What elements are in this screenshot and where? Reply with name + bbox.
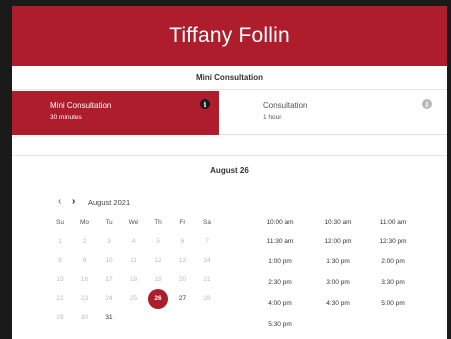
calendar-day: 5 <box>156 238 160 245</box>
service-bar: Mini Consultation <box>12 66 447 90</box>
provider-name: Tiffany Follin <box>169 24 290 47</box>
calendar-day: 18 <box>129 276 138 283</box>
calendar-day: 6 <box>180 238 185 245</box>
calendar-day: 22 <box>56 295 64 302</box>
time-slot[interactable]: 10:30 am <box>318 219 358 226</box>
time-slot[interactable]: 10:00 am <box>260 219 300 226</box>
service-options: Mini Consultation 30 minutes i Consultat… <box>12 91 447 137</box>
time-slot[interactable]: 2:00 pm <box>373 258 413 265</box>
info-icon[interactable]: i <box>422 99 432 109</box>
calendar-day: 13 <box>178 257 187 264</box>
time-slot[interactable]: 11:00 am <box>373 219 413 226</box>
section-divider <box>12 155 447 156</box>
calendar-day: 2 <box>82 238 87 245</box>
page-header: Tiffany Follin <box>12 6 447 66</box>
calendar-day: 9 <box>82 257 87 264</box>
time-slot[interactable]: 1:00 pm <box>260 258 300 265</box>
calendar-day: 17 <box>105 276 113 283</box>
window-border-left <box>0 0 12 339</box>
weekday-header: Sa <box>203 219 211 226</box>
calendar-day: 20 <box>178 276 187 283</box>
weekday-header: Mo <box>79 219 90 226</box>
app-frame: Tiffany Follin Mini Consultation Mini Co… <box>0 0 451 339</box>
calendar-day: 15 <box>56 276 64 283</box>
calendar-day-selected[interactable]: 26 <box>148 289 168 309</box>
calendar-day: 11 <box>130 257 137 264</box>
calendar-day: 24 <box>105 295 113 302</box>
calendar-nav: ‹ › August 2021 <box>58 197 130 207</box>
calendar-day: 19 <box>154 276 162 283</box>
calendar-day: 7 <box>205 238 209 245</box>
time-slot[interactable]: 12:00 pm <box>318 238 358 245</box>
calendar-day-number: 26 <box>154 295 162 302</box>
option-name: Mini Consultation <box>50 101 112 110</box>
calendar-day: 21 <box>203 276 211 283</box>
selected-date-heading: August 26 <box>210 166 249 175</box>
time-slot[interactable]: 11:30 am <box>260 238 300 245</box>
time-slot[interactable]: 4:00 pm <box>260 300 300 307</box>
chevron-left-icon[interactable]: ‹ <box>58 197 68 207</box>
option-mini-consultation[interactable]: Mini Consultation 30 minutes i <box>12 91 219 135</box>
calendar-day: 28 <box>203 295 211 302</box>
weekday-header: Fr <box>179 219 186 226</box>
option-duration: 1 hour <box>263 114 282 121</box>
calendar-day: 30 <box>80 314 89 321</box>
calendar-day: 8 <box>58 257 62 264</box>
time-slot[interactable]: 3:00 pm <box>318 279 358 286</box>
calendar-day: 1 <box>58 238 62 245</box>
info-icon[interactable]: i <box>200 99 210 109</box>
time-slot[interactable]: 3:30 pm <box>373 279 413 286</box>
weekday-header: Tu <box>105 219 113 226</box>
time-slot[interactable]: 12:30 pm <box>373 238 413 245</box>
time-slot[interactable]: 5:00 pm <box>373 300 413 307</box>
time-slot[interactable]: 1:30 pm <box>318 258 358 265</box>
time-slot[interactable]: 4:30 pm <box>318 300 358 307</box>
calendar-day[interactable]: 31 <box>99 309 119 327</box>
calendar-day: 14 <box>203 257 211 264</box>
calendar-day: 4 <box>131 238 136 245</box>
calendar-day: 16 <box>80 276 89 283</box>
option-consultation[interactable]: Consultation 1 hour i <box>219 91 447 135</box>
chevron-right-icon[interactable]: › <box>72 197 82 207</box>
calendar-day: 3 <box>107 238 111 245</box>
window-border-right <box>447 0 451 339</box>
weekday-header: Su <box>56 219 64 226</box>
calendar-day: 25 <box>129 295 138 302</box>
calendar-day: 10 <box>105 257 113 264</box>
calendar-day[interactable]: 27 <box>173 290 193 308</box>
service-title: Mini Consultation <box>195 73 264 82</box>
weekday-header: Th <box>154 219 162 226</box>
option-name: Consultation <box>263 101 308 110</box>
calendar-day: 23 <box>80 295 89 302</box>
calendar-month-label: August 2021 <box>88 197 131 207</box>
calendar-day: 29 <box>56 314 64 321</box>
option-duration: 30 minutes <box>50 114 82 121</box>
time-slot[interactable]: 2:30 pm <box>260 279 300 286</box>
time-slot[interactable]: 5:30 pm <box>260 321 300 328</box>
calendar-day: 12 <box>154 257 162 264</box>
weekday-header: We <box>128 219 139 226</box>
